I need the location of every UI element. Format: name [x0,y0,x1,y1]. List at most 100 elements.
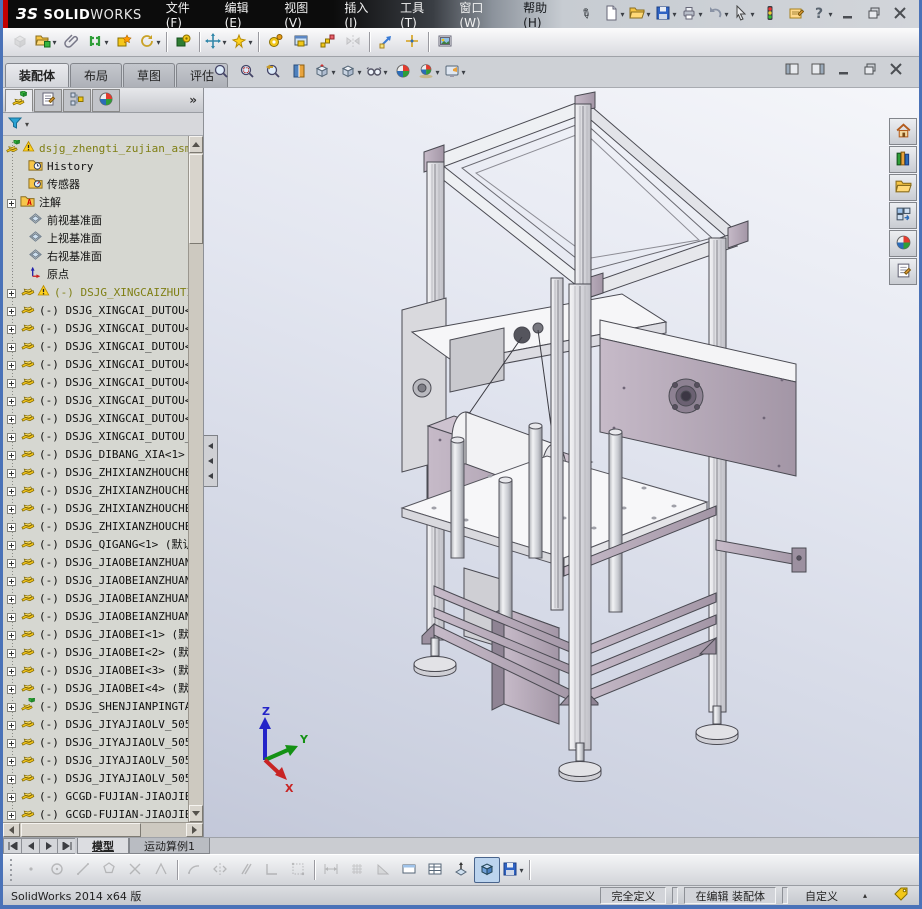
tree-item[interactable]: (-) DSJG_QIGANG<1> (默认 [3,536,188,554]
dropdown-arrow-icon[interactable]: ▾ [461,68,465,77]
tree-item[interactable]: (-) DSJG_XINGCAI_DUTOU<4> [3,356,188,374]
save-document-button[interactable]: ▾ [653,1,679,27]
tab-propertymanager[interactable] [34,88,62,112]
comment-button[interactable] [783,1,809,27]
expand-toggle[interactable] [7,342,16,352]
tree-item[interactable]: (-) DSJG_JIYAJIAOLV_505 [3,734,188,752]
smart-fasteners-button[interactable] [170,29,196,55]
tree-item[interactable]: (-) GCGD-FUJIAN-JIAOJIE [3,806,188,822]
scroll-right-arrow[interactable] [186,823,203,837]
tree-filter[interactable]: ▾ [3,113,203,136]
tree-item[interactable]: 右视基准面 [3,248,188,266]
expand-toggle[interactable] [7,594,16,604]
section-view-button[interactable] [286,59,312,85]
expand-toggle[interactable] [7,432,16,442]
expand-toggle[interactable] [7,360,16,370]
document-tab[interactable]: 运动算例1 [129,838,210,854]
tree-item[interactable]: (-) DSJG_JIYAJIAOLV_505 [3,770,188,788]
undo-button[interactable]: ▾ [705,1,731,27]
panel-overflow-chevron[interactable]: » [189,93,203,107]
expand-toggle[interactable] [7,684,16,694]
tree-item[interactable]: (-) DSJG_JIAOBEIANZHUAN [3,554,188,572]
expand-toggle[interactable] [7,612,16,622]
rotate-component-button[interactable]: ▾ [137,29,163,55]
open-document-button[interactable]: ▾ [627,1,653,27]
dropdown-arrow-icon[interactable]: ▾ [104,38,108,47]
smart-mates-button[interactable]: ▾ [229,29,255,55]
shaded-with-edges-button[interactable] [474,857,500,883]
dropdown-arrow-icon[interactable]: ▾ [435,68,439,77]
dropdown-arrow-icon[interactable]: ▾ [828,10,832,19]
menu-w[interactable]: 窗口(W) [449,0,513,30]
commandmanager-tab[interactable]: 装配体 [5,63,70,87]
menu-t[interactable]: 工具(T) [390,0,449,30]
tree-horizontal-scrollbar[interactable] [3,822,203,837]
help-button[interactable]: ? ▾ [809,1,835,27]
parallel-relation-button[interactable] [233,857,259,883]
explode-line-sketch-button[interactable] [399,29,425,55]
hide-show-items-button[interactable]: ▾ [364,59,390,85]
edit-appearance-button[interactable] [390,59,416,85]
dropdown-arrow-icon[interactable]: ▾ [248,38,252,47]
expand-toggle[interactable] [7,630,16,640]
dropdown-arrow-icon[interactable]: ▾ [698,10,702,19]
tree-item[interactable]: (-) DSJG_DIBANG_XIA<1> [3,446,188,464]
scroll-up-arrow[interactable] [189,136,203,153]
expand-toggle[interactable] [7,648,16,658]
commandmanager-tab[interactable]: 布局 [70,63,123,87]
commandmanager-tab[interactable]: 草图 [123,63,176,87]
tree-item[interactable]: 上视基准面 [3,230,188,248]
tree-item[interactable]: (-) DSJG_SHENJIANPINGTA [3,698,188,716]
dropdown-arrow-icon[interactable]: ▾ [672,10,676,19]
dropdown-arrow-icon[interactable]: ▾ [620,10,624,19]
tree-item[interactable]: History [3,158,188,176]
move-component-button[interactable]: ▾ [203,29,229,55]
tree-item[interactable]: (-) DSJG_XINGCAI_DUTOU<1> [3,302,188,320]
expand-toggle[interactable] [7,378,16,388]
apply-scene-button[interactable]: ▾ [416,59,442,85]
tab-displaymanager[interactable] [92,88,120,112]
take-snapshot-button[interactable] [432,29,458,55]
corner-rectangle-button[interactable] [259,857,285,883]
zoom-to-area-button[interactable] [234,59,260,85]
view-settings-button[interactable]: ▾ [442,59,468,85]
tree-item[interactable]: (-) DSJG_JIAOBEI<1> (默认 [3,626,188,644]
appearances-scenes-button[interactable] [889,230,917,257]
horizontal-scroll-thumb[interactable] [21,823,141,837]
save-view-button[interactable]: ▾ [500,857,526,883]
view-orientation-button[interactable]: ▾ [312,59,338,85]
tree-item[interactable]: (-) DSJG_XINGCAIZHUTI [3,284,188,302]
view-palette-button[interactable] [889,202,917,229]
expand-toggle[interactable] [7,666,16,676]
expand-toggle[interactable] [7,738,16,748]
tree-item[interactable]: (-) DSJG_JIAOBEI<3> (默认 [3,662,188,680]
document-tab[interactable]: 模型 [77,838,129,854]
tree-item[interactable]: (-) DSJG_ZHIXIANZHOUCHE [3,482,188,500]
menu-v[interactable]: 视图(V) [274,0,334,30]
expand-toggle[interactable] [7,288,16,298]
grid-snap-button[interactable] [344,857,370,883]
restore-window-button[interactable] [861,1,887,27]
assembly-features-button[interactable] [262,29,288,55]
sketch-line-button[interactable] [70,857,96,883]
tree-item[interactable]: (-) DSJG_XINGCAI_DUTOU<7> [3,410,188,428]
custom-properties-button[interactable] [889,258,917,285]
expand-toggle[interactable] [7,756,16,766]
expand-toggle[interactable] [7,486,16,496]
menu-i[interactable]: 插入(I) [334,0,390,30]
tree-item[interactable]: (-) DSJG_JIAOBEI<4> (默认 [3,680,188,698]
attachment-button[interactable] [59,29,85,55]
minimize-window-button[interactable] [835,1,861,27]
dropdown-arrow-icon[interactable]: ▾ [357,68,361,77]
dropdown-arrow-icon[interactable]: ▾ [750,10,754,19]
units-dropdown-arrow[interactable]: ▴ [863,891,867,900]
tree-item[interactable]: (-) DSJG_ZHIXIANZHOUCHE [3,500,188,518]
tree-item[interactable]: (-) DSJG_XINGCAI_DUTOU<5> [3,374,188,392]
expand-toggle[interactable] [7,702,16,712]
edit-component-button[interactable] [7,29,33,55]
design-table-button[interactable] [422,857,448,883]
dropdown-arrow-icon[interactable]: ▾ [724,10,728,19]
linear-component-pattern-button[interactable] [314,29,340,55]
tree-item[interactable]: dsjg_zhengti_zujian_asm [3,140,188,158]
tree-item[interactable]: (-) DSJG_XINGCAI_DUTOU<3> [3,338,188,356]
